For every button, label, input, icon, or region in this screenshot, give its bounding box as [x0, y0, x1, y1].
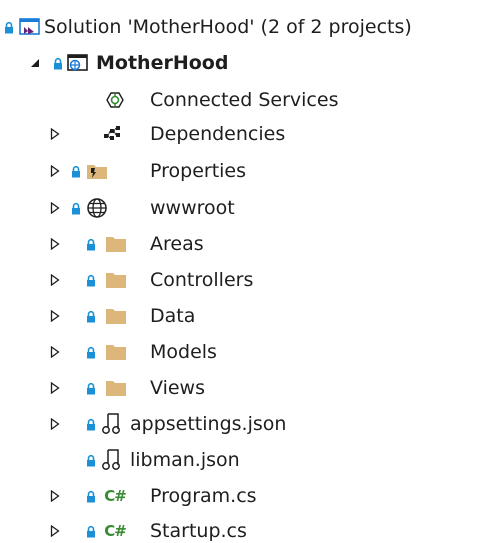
tree-item-areas[interactable]: Areas [0, 226, 478, 262]
solution-label: Solution 'MotherHood' (2 of 2 projects) [44, 16, 412, 38]
solution-node[interactable]: Solution 'MotherHood' (2 of 2 projects) [0, 9, 478, 45]
folder-icon [104, 334, 128, 370]
folder-icon [104, 298, 128, 334]
folder-icon [104, 226, 128, 262]
project-label: MotherHood [96, 52, 229, 74]
expand-triangle-icon[interactable] [48, 262, 62, 298]
connected-services-icon [103, 82, 127, 118]
expand-triangle-icon[interactable] [48, 298, 62, 334]
properties-folder-icon [85, 153, 109, 189]
lock-icon [71, 153, 81, 189]
solution-icon [18, 9, 42, 45]
lock-icon [86, 406, 96, 442]
lock-icon [86, 226, 96, 262]
tree-item-views[interactable]: Views [0, 370, 478, 406]
tree-item-label: Dependencies [150, 123, 286, 145]
dependencies-icon [101, 116, 125, 152]
collapse-triangle-icon[interactable] [28, 45, 42, 81]
lock-icon [53, 45, 63, 81]
tree-item-label: Properties [150, 160, 247, 182]
json-file-icon [100, 406, 124, 442]
expand-triangle-icon[interactable] [48, 116, 62, 152]
tree-item-label: Views [150, 377, 205, 399]
csharp-icon-text: C# [104, 522, 127, 540]
tree-item-label: appsettings.json [130, 413, 287, 435]
expand-triangle-icon[interactable] [48, 478, 62, 514]
tree-item-label: Data [150, 305, 196, 327]
expand-triangle-icon[interactable] [48, 370, 62, 406]
tree-item-label: Connected Services [150, 89, 339, 111]
lock-icon [4, 9, 14, 45]
tree-item-label: Controllers [150, 269, 254, 291]
tree-item-models[interactable]: Models [0, 334, 478, 370]
expand-triangle-icon[interactable] [48, 406, 62, 442]
web-project-icon [66, 45, 90, 81]
lock-icon [86, 478, 96, 514]
folder-icon [104, 262, 128, 298]
tree-item-data[interactable]: Data [0, 298, 478, 334]
tree-item-dependencies[interactable]: Dependencies [0, 116, 478, 152]
tree-item-appsettings-json[interactable]: appsettings.json [0, 406, 478, 442]
lock-icon [86, 513, 96, 543]
expand-triangle-icon[interactable] [48, 226, 62, 262]
lock-icon [71, 190, 81, 226]
tree-item-connected-services[interactable]: Connected Services [0, 82, 478, 118]
expand-triangle-icon[interactable] [48, 513, 62, 543]
json-file-icon [100, 442, 124, 478]
globe-icon [85, 190, 109, 226]
tree-item-label: Areas [150, 233, 204, 255]
expand-triangle-icon[interactable] [48, 190, 62, 226]
lock-icon [86, 370, 96, 406]
csharp-file-icon: C# [103, 513, 127, 543]
tree-item-libman-json[interactable]: libman.json [0, 442, 478, 478]
csharp-icon-text: C# [104, 487, 127, 505]
tree-item-wwwroot[interactable]: wwwroot [0, 190, 478, 226]
tree-item-program-cs[interactable]: C# Program.cs [0, 478, 478, 514]
solution-explorer-tree: Solution 'MotherHood' (2 of 2 projects) … [0, 0, 478, 543]
expand-triangle-icon[interactable] [48, 334, 62, 370]
tree-item-properties[interactable]: Properties [0, 153, 478, 189]
lock-icon [86, 442, 96, 478]
csharp-file-icon: C# [103, 478, 127, 514]
lock-icon [86, 262, 96, 298]
lock-icon [86, 298, 96, 334]
tree-item-label: Startup.cs [150, 520, 247, 542]
tree-item-controllers[interactable]: Controllers [0, 262, 478, 298]
tree-item-label: libman.json [130, 449, 240, 471]
tree-item-startup-cs[interactable]: C# Startup.cs [0, 513, 478, 543]
tree-item-label: wwwroot [150, 197, 235, 219]
folder-icon [104, 370, 128, 406]
tree-item-label: Models [150, 341, 217, 363]
project-node-motherhood[interactable]: MotherHood [0, 45, 478, 81]
tree-item-label: Program.cs [150, 485, 257, 507]
lock-icon [86, 334, 96, 370]
expand-triangle-icon[interactable] [48, 153, 62, 189]
